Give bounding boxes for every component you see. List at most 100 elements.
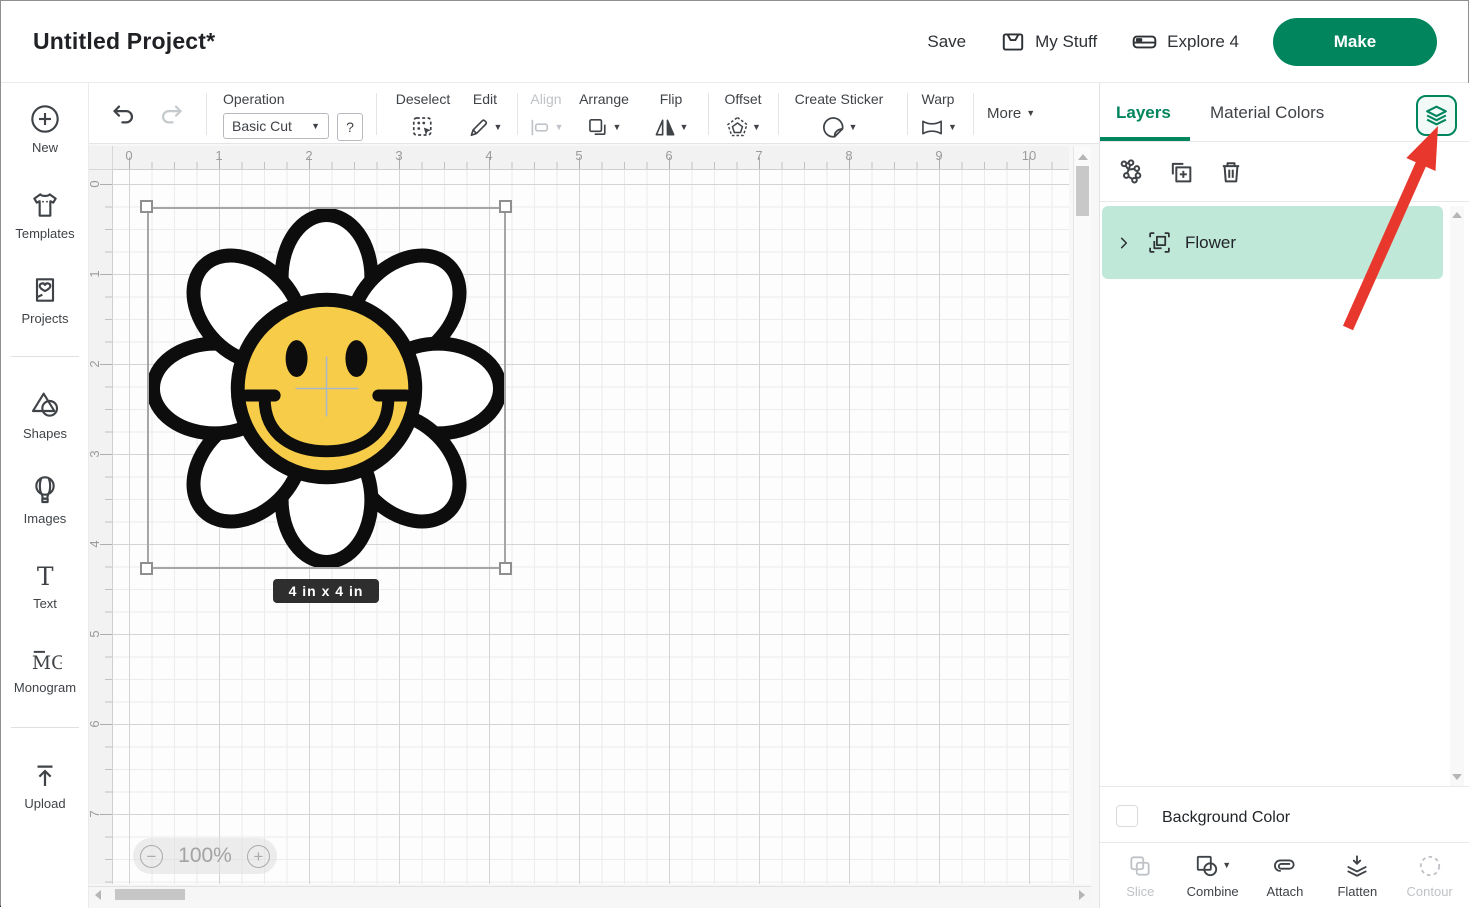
zoom-in-button[interactable]: + [247,845,270,868]
sidebar-label-text: Text [1,596,89,611]
redo-button[interactable] [157,101,186,128]
operation-value: Basic Cut [232,118,292,134]
resize-handle-bottom-right[interactable] [499,562,512,575]
sidebar-item-new[interactable]: New [1,103,89,155]
operation-select[interactable]: Basic Cut ▼ [223,113,329,139]
chevron-down-icon: ▼ [311,122,320,131]
operation-label: Operation [223,91,363,107]
ruler-tick-label: 6 [87,720,102,727]
scroll-left-arrow[interactable] [95,890,101,900]
chevron-down-icon: ▼ [1222,861,1231,870]
sidebar-item-monogram[interactable]: MG Monogram [1,645,89,695]
flip-icon [654,116,677,139]
duplicate-button[interactable] [1167,158,1195,186]
sidebar-item-projects[interactable]: Projects [1,274,89,326]
sidebar-item-upload[interactable]: Upload [1,761,89,811]
flatten-button[interactable]: Flatten [1325,853,1389,899]
save-button[interactable]: Save [927,32,966,52]
offset-button[interactable]: Offset ▼ [724,91,761,140]
templates-icon [1,189,89,221]
warp-button[interactable]: Warp ▼ [919,91,957,140]
sidebar-item-shapes[interactable]: Shapes [1,389,89,441]
save-label: Save [927,32,966,52]
delete-layer-button[interactable] [1217,158,1245,186]
header-actions: Save My Stuff Explore 4 Make [927,1,1437,83]
ruler-corner [89,146,113,170]
zoom-out-button[interactable]: − [140,845,163,868]
attach-button[interactable]: Attach [1253,853,1317,899]
canvas-grid[interactable]: 4 in x 4 in [113,170,1069,884]
sidebar-label-projects: Projects [1,311,89,326]
flip-button[interactable]: Flip ▼ [654,91,689,140]
sidebar-label-new: New [1,140,89,155]
slice-icon [1127,853,1153,879]
my-stuff-label: My Stuff [1035,32,1097,52]
group-select-icon [1147,230,1172,255]
text-icon: T [1,561,89,591]
edit-toolbar: Operation Basic Cut ▼ ? Deselect Edit [89,83,1101,143]
ruler-tick-label: 8 [845,148,852,163]
arrange-icon [587,116,610,139]
ruler-tick-label: 2 [87,360,102,367]
background-color-checkbox[interactable] [1116,805,1138,827]
vertical-scroll-thumb[interactable] [1076,166,1089,216]
scroll-right-arrow[interactable] [1079,890,1085,900]
tab-material-colors[interactable]: Material Colors [1210,103,1324,123]
scroll-up-arrow[interactable] [1078,154,1088,160]
zoom-level: 100% [178,844,232,868]
edit-button[interactable]: Edit ▼ [468,91,503,140]
ruler-tick-label: 1 [87,270,102,277]
operation-group: Operation Basic Cut ▼ ? [223,91,363,141]
ruler-tick-label: 1 [215,148,222,163]
ruler-tick-label: 9 [935,148,942,163]
sidebar-item-templates[interactable]: Templates [1,189,89,241]
layers-panel: Layers Material Colors [1099,83,1469,908]
combine-button[interactable]: ▼ Combine [1181,853,1245,899]
horizontal-scroll-thumb[interactable] [115,889,185,900]
operation-help-button[interactable]: ? [337,113,363,141]
selection-bounding-box[interactable] [147,207,506,569]
contour-icon [1417,853,1443,879]
sidebar-label-images: Images [1,511,89,526]
arrange-button[interactable]: Arrange ▼ [579,91,629,140]
layer-name: Flower [1185,233,1236,253]
svg-text:T: T [37,562,54,591]
explore-machine-button[interactable]: Explore 4 [1131,29,1239,55]
sidebar-item-text[interactable]: T Text [1,561,89,611]
my-stuff-icon [1000,29,1026,55]
ruler-tick-label: 0 [87,180,102,187]
sidebar-label-shapes: Shapes [1,426,89,441]
zoom-control: − 100% + [133,838,277,874]
project-title: Untitled Project* [33,28,215,55]
contour-button: Contour [1398,853,1462,899]
resize-handle-top-left[interactable] [140,200,153,213]
pencil-icon [468,116,491,139]
canvas-horizontal-scrollbar[interactable] [89,886,1091,902]
panel-scrollbar[interactable] [1450,206,1464,786]
make-button[interactable]: Make [1273,18,1437,66]
resize-handle-bottom-left[interactable] [140,562,153,575]
create-sticker-button[interactable]: Create Sticker ▼ [795,91,884,140]
more-button[interactable]: More ▼ [987,105,1035,122]
active-tab-underline [1100,137,1190,141]
ruler-tick-label: 7 [755,148,762,163]
deselect-button[interactable]: Deselect [396,91,450,140]
sidebar-label-upload: Upload [1,796,89,811]
projects-icon [1,274,89,306]
flatten-icon [1344,853,1370,879]
tab-layers[interactable]: Layers [1116,103,1171,123]
ruler-tick-label: 4 [87,540,102,547]
ruler-horizontal: 012345678910 [113,146,1069,170]
layer-row-flower[interactable]: Flower [1102,206,1443,279]
slice-button: Slice [1108,853,1172,899]
my-stuff-button[interactable]: My Stuff [1000,29,1097,55]
layers-panel-toggle-button[interactable] [1416,95,1457,136]
ruler-vertical: 01234567 [89,170,113,884]
resize-handle-top-right[interactable] [499,200,512,213]
sidebar-item-images[interactable]: Images [1,474,89,526]
undo-button[interactable] [109,101,138,128]
weld-group-button[interactable] [1117,158,1145,186]
align-icon [529,116,552,139]
expand-chevron-icon[interactable] [1117,236,1131,250]
canvas-vertical-scrollbar[interactable] [1073,146,1091,884]
